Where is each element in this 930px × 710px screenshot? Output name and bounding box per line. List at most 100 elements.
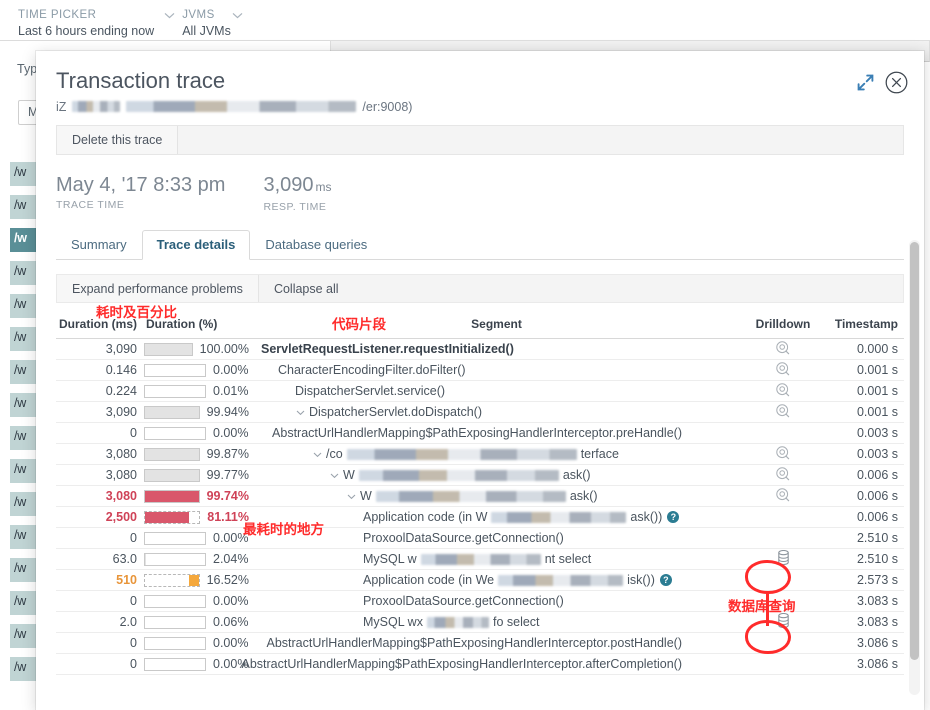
table-row[interactable]: 00.00%AbstractUrlHandlerMapping$PathExpo… [56,423,904,444]
chevron-down-icon[interactable] [346,491,357,502]
resp-time-value: 3,090 [263,174,313,196]
table-row[interactable]: 3,08099.74%Wask()0.006 s [56,486,904,507]
segment-label: ServletRequestListener.requestInitialize… [261,342,514,356]
tab-trace-details[interactable]: Trace details [142,230,251,260]
database-icon[interactable] [777,550,790,565]
tab-summary[interactable]: Summary [56,230,142,260]
cell-timestamp: 0.006 s [822,507,904,528]
table-row[interactable]: 3,09099.94%DispatcherServlet.doDispatch(… [56,402,904,423]
segment-label: CharacterEncodingFilter.doFilter() [278,363,466,377]
delete-trace-button[interactable]: Delete this trace [57,126,178,154]
help-icon[interactable]: ? [667,511,679,523]
segment-text: ServletRequestListener.requestInitialize… [261,342,514,356]
chevron-down-icon[interactable] [312,449,323,460]
magnify-icon[interactable] [776,341,790,355]
segment-tail: ask() [563,468,591,482]
close-icon[interactable] [885,71,908,94]
trace-table-head: Duration (ms) Duration (%) Segment Drill… [56,317,904,339]
cell-segment: Wask() [249,486,744,507]
table-row[interactable]: 3,08099.87%/coterface0.003 s [56,444,904,465]
segment-text: Application code (in W ask())? [363,510,679,524]
cell-timestamp: 0.006 s [822,465,904,486]
subtitle-suffix: /er:9008) [362,100,412,114]
scrollbar-thumb[interactable] [910,242,919,660]
segment-label: MySQL wx [363,615,423,629]
url-label: /w [14,264,26,278]
segment-label: ProxoolDataSource.getConnection() [363,531,564,545]
segment-tail: ask() [570,489,598,503]
trace-actions-bar: Delete this trace [56,125,904,155]
table-row[interactable]: 00.00%AbstractUrlHandlerMapping$PathExpo… [56,654,904,675]
cell-duration-ms: 3,080 [56,444,144,465]
table-row[interactable]: 63.02.04%MySQL wnt select2.510 s [56,549,904,570]
segment-label: MySQL w [363,552,417,566]
duration-pct-text: 99.94% [207,405,249,419]
duration-pct-text: 0.00% [213,531,248,545]
segment-tail: ask()) [630,510,662,524]
table-row[interactable]: 00.00%ProxoolDataSource.getConnection()3… [56,591,904,612]
help-icon[interactable]: ? [660,574,672,586]
chevron-down-icon[interactable] [164,12,175,19]
cell-duration-pct: 0.00% [144,633,249,654]
jvms-picker[interactable]: JVMS All JVMs [182,8,231,39]
magnify-icon[interactable] [776,488,790,502]
segment-text: AbstractUrlHandlerMapping$PathExposingHa… [272,426,682,440]
cell-segment: /coterface [249,444,744,465]
table-row[interactable]: 2.00.06%MySQL wxfo select3.083 s [56,612,904,633]
table-header-row: Duration (ms) Duration (%) Segment Drill… [56,317,904,339]
table-row[interactable]: 3,08099.77%Wask()0.006 s [56,465,904,486]
cell-timestamp: 2.573 s [822,570,904,591]
table-row[interactable]: 0.2240.01%DispatcherServlet.service()0.0… [56,381,904,402]
cell-duration-ms: 3,080 [56,486,144,507]
table-row[interactable]: 51016.52%Application code (in Weisk())?2… [56,570,904,591]
duration-bar [144,595,206,608]
trace-table-container: Duration (ms) Duration (%) Segment Drill… [56,317,904,675]
segment-text: ProxoolDataSource.getConnection() [363,531,564,545]
cell-duration-ms: 0 [56,633,144,654]
redacted-segment [376,491,566,502]
duration-pct-text: 100.00% [200,342,249,356]
chevron-down-icon[interactable] [295,407,306,418]
cell-segment: MySQL wxfo select [249,612,744,633]
table-row[interactable]: 0.1460.00% CharacterEncodingFilter.doFilt… [56,360,904,381]
table-row[interactable]: 00.00%AbstractUrlHandlerMapping$PathExpo… [56,633,904,654]
trace-toolbar: Expand performance problems Collapse all [56,274,904,303]
duration-bar [144,385,206,398]
modal-controls [857,71,908,94]
table-row[interactable]: 2,50081.11%Application code (in Wask())?… [56,507,904,528]
magnify-icon[interactable] [776,467,790,481]
collapse-all-button[interactable]: Collapse all [259,275,354,302]
table-row[interactable]: 00.00%ProxoolDataSource.getConnection()2… [56,528,904,549]
col-drilldown: Drilldown [744,317,822,339]
magnify-icon[interactable] [776,362,790,376]
duration-bar [144,553,206,566]
magnify-icon[interactable] [776,446,790,460]
tab-database-queries[interactable]: Database queries [250,230,382,260]
cell-duration-pct: 0.00% [144,360,249,381]
cell-drilldown [744,570,822,591]
cell-segment: CharacterEncodingFilter.doFilter() [249,360,744,381]
table-row[interactable]: 3,090100.00%ServletRequestListener.reque… [56,339,904,360]
chevron-down-icon[interactable] [232,12,243,19]
expand-performance-problems-button[interactable]: Expand performance problems [57,275,259,302]
cell-duration-ms: 0.146 [56,360,144,381]
segment-text: CharacterEncodingFilter.doFilter() [278,363,466,377]
cell-duration-pct: 99.94% [144,402,249,423]
segment-label: Application code (in W [363,510,487,524]
duration-pct-text: 0.01% [213,384,248,398]
subtitle-prefix: iZ [56,100,66,114]
modal-scrollbar[interactable] [909,240,920,695]
redacted-hostname-2 [126,101,356,112]
url-label: /w [14,165,26,179]
segment-label: DispatcherServlet.doDispatch() [309,405,482,419]
cell-timestamp: 0.001 s [822,381,904,402]
segment-text: MySQL wnt select [363,552,591,566]
magnify-icon[interactable] [776,404,790,418]
magnify-icon[interactable] [776,383,790,397]
database-icon[interactable] [777,613,790,628]
time-picker[interactable]: TIME PICKER Last 6 hours ending now [18,8,154,39]
segment-tail: terface [581,447,619,461]
chevron-down-icon[interactable] [329,470,340,481]
cell-drilldown [744,549,822,570]
expand-icon[interactable] [857,74,874,91]
